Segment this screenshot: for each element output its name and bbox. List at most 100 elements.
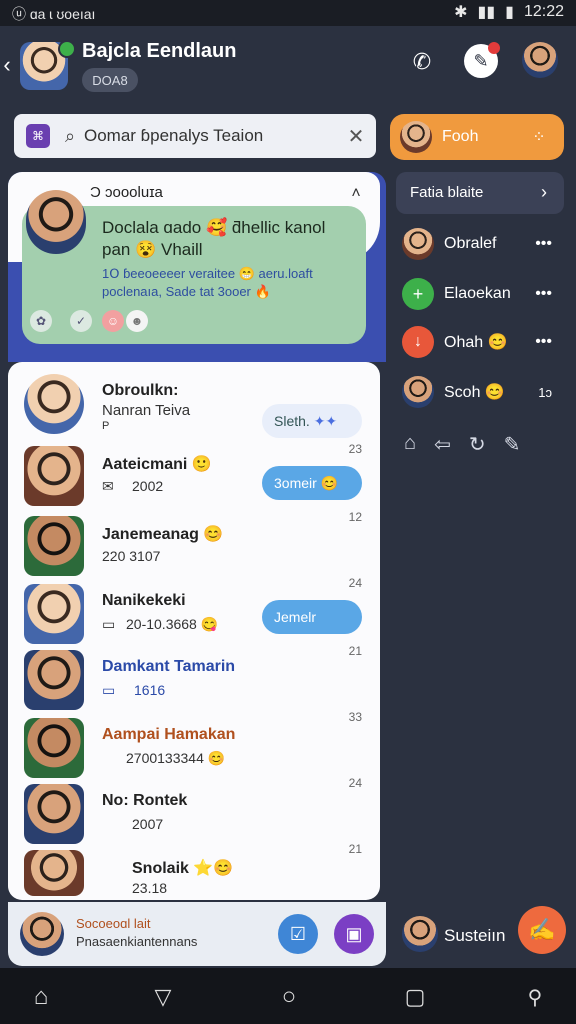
pinned-avatar bbox=[26, 190, 86, 254]
side-toolbar: ⌂ ⇦ ↻ ✎ bbox=[404, 432, 564, 460]
active-contact-avatar bbox=[400, 121, 432, 153]
contact-time: 12 bbox=[348, 510, 362, 524]
calendar-icon[interactable]: ▣ bbox=[334, 914, 374, 954]
list-item[interactable]: 23 Aateicmani 🙂 ✉ 2002 3omeir 😊 bbox=[22, 442, 372, 510]
contact-name: Obroulkn: bbox=[102, 382, 179, 399]
contact-time: 33 bbox=[348, 710, 362, 724]
contact-avatar bbox=[24, 516, 84, 576]
active-contact-card[interactable]: Fooh ⁘ bbox=[390, 114, 564, 160]
status-right: ✱ ▮▮ ▮ 12:22 bbox=[454, 2, 564, 22]
list-item[interactable]: 33 Aampai Hamakan 2700133344 😊 bbox=[22, 710, 372, 782]
refresh-icon[interactable]: ↻ bbox=[469, 432, 486, 460]
contact-name: Nanikekeki bbox=[102, 592, 186, 609]
search-input[interactable]: Oomar ɓpenalys Teaion bbox=[84, 126, 263, 146]
gallery-icon[interactable]: ☑ bbox=[278, 914, 318, 954]
more-icon[interactable]: ••• bbox=[535, 235, 552, 253]
contact-time: 24 bbox=[348, 776, 362, 790]
contact-name: No: Rontek bbox=[102, 792, 188, 809]
back-icon[interactable]: ‹ bbox=[0, 50, 14, 80]
back-nav-icon[interactable]: ▽ bbox=[148, 982, 178, 1012]
more-icon[interactable]: ••• bbox=[535, 333, 552, 351]
side-panel-header[interactable]: Fatia blaite › bbox=[396, 172, 564, 214]
list-item[interactable]: 12 Janemeanag 😊 220 3107 bbox=[22, 510, 372, 580]
recent-nav-icon[interactable]: ▢ bbox=[400, 982, 430, 1012]
signal-icon: ▮▮ bbox=[477, 4, 496, 21]
side-item-label: Ohah 😊 bbox=[444, 334, 508, 351]
system-nav-bar: ⌂ ▽ ○ ▢ ⚲ bbox=[0, 968, 576, 1024]
status-bar: ⓤ ɑa ɩ ʊoeıaı ✱ ▮▮ ▮ 12:22 bbox=[0, 0, 576, 26]
reply-icon[interactable]: ✿ bbox=[30, 310, 52, 332]
status-chip-label: Sleth. bbox=[274, 413, 310, 429]
contact-sub: 23.18 bbox=[132, 880, 168, 896]
more-icon[interactable]: ••• bbox=[535, 285, 552, 303]
close-icon[interactable]: ✕ bbox=[344, 124, 368, 148]
side-item-avatar bbox=[402, 376, 434, 408]
reply-arrow-icon[interactable]: ⇦ bbox=[434, 432, 451, 460]
assistant-nav-icon[interactable]: ⚲ bbox=[520, 982, 550, 1012]
status-chip[interactable]: Sleth. ✦✦ bbox=[262, 404, 362, 438]
reaction-icon[interactable]: ☺ bbox=[102, 310, 124, 332]
baby-icon[interactable]: ☻ bbox=[126, 310, 148, 332]
side-panel-title: Fatia blaite bbox=[410, 184, 484, 201]
chevron-right-icon: › bbox=[541, 181, 547, 202]
profile-avatar[interactable] bbox=[522, 42, 558, 78]
side-item[interactable]: ↓ Ohah 😊 ••• bbox=[402, 322, 572, 362]
action-button[interactable]: Jemelr bbox=[262, 600, 362, 634]
action-button[interactable]: 3omeir 😊 bbox=[262, 466, 362, 500]
call-icon[interactable]: ✆ bbox=[406, 46, 438, 78]
composer-subtitle: Pnasaenkiantennans bbox=[76, 934, 198, 949]
contact-name: Janemeanag 😊 bbox=[102, 526, 224, 543]
message-line4: poclenaıa, Sade tat 3ooer 🔥 bbox=[102, 284, 271, 299]
list-item[interactable]: 24 No: Rontek 2007 bbox=[22, 776, 372, 848]
search-bar[interactable]: ⌘ ⌕ Oomar ɓpenalys Teaion ✕ bbox=[14, 114, 376, 158]
contact-time: 24 bbox=[348, 576, 362, 590]
home-nav-icon[interactable]: ⌂ bbox=[26, 982, 56, 1012]
edit-icon[interactable]: ✎ bbox=[504, 432, 521, 460]
app-icon: ⌘ bbox=[26, 124, 50, 148]
my-avatar[interactable] bbox=[20, 912, 64, 956]
side-footer-avatar-wrap bbox=[402, 916, 438, 952]
list-item[interactable]: 21 Damkant Tamarin ▭ 1616 bbox=[22, 644, 372, 714]
contact-avatar bbox=[24, 374, 84, 434]
side-item-meta: 1ɔ bbox=[538, 384, 552, 400]
side-item-avatar bbox=[402, 228, 434, 260]
contact-sub: Nanran Teiva bbox=[102, 402, 191, 419]
section-label: Ɔ ɔoooluɪa bbox=[90, 184, 163, 201]
message-line1: Doclala ɑado 🥰 ƌhellic kanol bbox=[102, 218, 326, 237]
grid-icon[interactable]: ⁘ bbox=[528, 126, 550, 148]
list-item[interactable]: 24 Nanikekeki ▭ 20-10.3668 😋 Jemelr bbox=[22, 576, 372, 648]
contact-sub2: P bbox=[102, 420, 110, 432]
contact-time: 21 bbox=[348, 644, 362, 658]
side-item[interactable]: + Elaoekan ••• bbox=[402, 274, 572, 314]
status-left-text: ⓤ ɑa ɩ ʊoeıaı bbox=[12, 6, 96, 22]
like-icon[interactable]: ✓ bbox=[70, 310, 92, 332]
contact-avatar bbox=[24, 784, 84, 844]
contact-avatar bbox=[24, 446, 84, 506]
contact-time: 23 bbox=[348, 442, 362, 456]
contact-sub: 2002 bbox=[132, 478, 164, 494]
side-item[interactable]: Scoh 😊 1ɔ bbox=[402, 372, 572, 412]
contact-time: 21 bbox=[348, 842, 362, 856]
contact-sub: 20-10.3668 😋 bbox=[126, 616, 219, 632]
contact-sub: 1616 bbox=[134, 682, 166, 698]
bluetooth-icon: ✱ bbox=[454, 4, 468, 21]
contact-avatar bbox=[24, 850, 84, 896]
add-icon: + bbox=[402, 278, 434, 310]
home-icon[interactable]: ⌂ bbox=[404, 432, 416, 460]
composer-bar: Socoeoɑl lait Pnasaenkiantennans ☑ ▣ bbox=[8, 902, 386, 966]
sparkle-icon: ✦✦ bbox=[313, 412, 338, 429]
compose-fab-icon[interactable]: ✍ bbox=[518, 906, 566, 954]
contact-name: Aateicmani 🙂 bbox=[102, 456, 212, 473]
side-item-label: Scoh 😊 bbox=[444, 384, 505, 401]
chevron-up-icon[interactable]: ˄ bbox=[346, 184, 366, 204]
header-title: Bajcla Eendlaun bbox=[82, 40, 237, 62]
side-footer-avatar[interactable] bbox=[402, 916, 438, 952]
overview-nav-icon[interactable]: ○ bbox=[274, 982, 304, 1012]
search-icon: ⌕ bbox=[64, 125, 76, 146]
pinned-message-card[interactable]: Doclala ɑado 🥰 ƌhellic kanol pan 😵 Vhail… bbox=[22, 190, 366, 344]
side-item[interactable]: Obralef ••• bbox=[402, 224, 572, 264]
list-item[interactable]: Obroulkn: Nanran Teiva P Sleth. ✦✦ bbox=[22, 374, 372, 438]
battery-icon: ▮ bbox=[505, 4, 514, 21]
contact-sub: 220 3107 bbox=[102, 548, 161, 564]
side-footer-label: Susteiın bbox=[444, 926, 506, 945]
